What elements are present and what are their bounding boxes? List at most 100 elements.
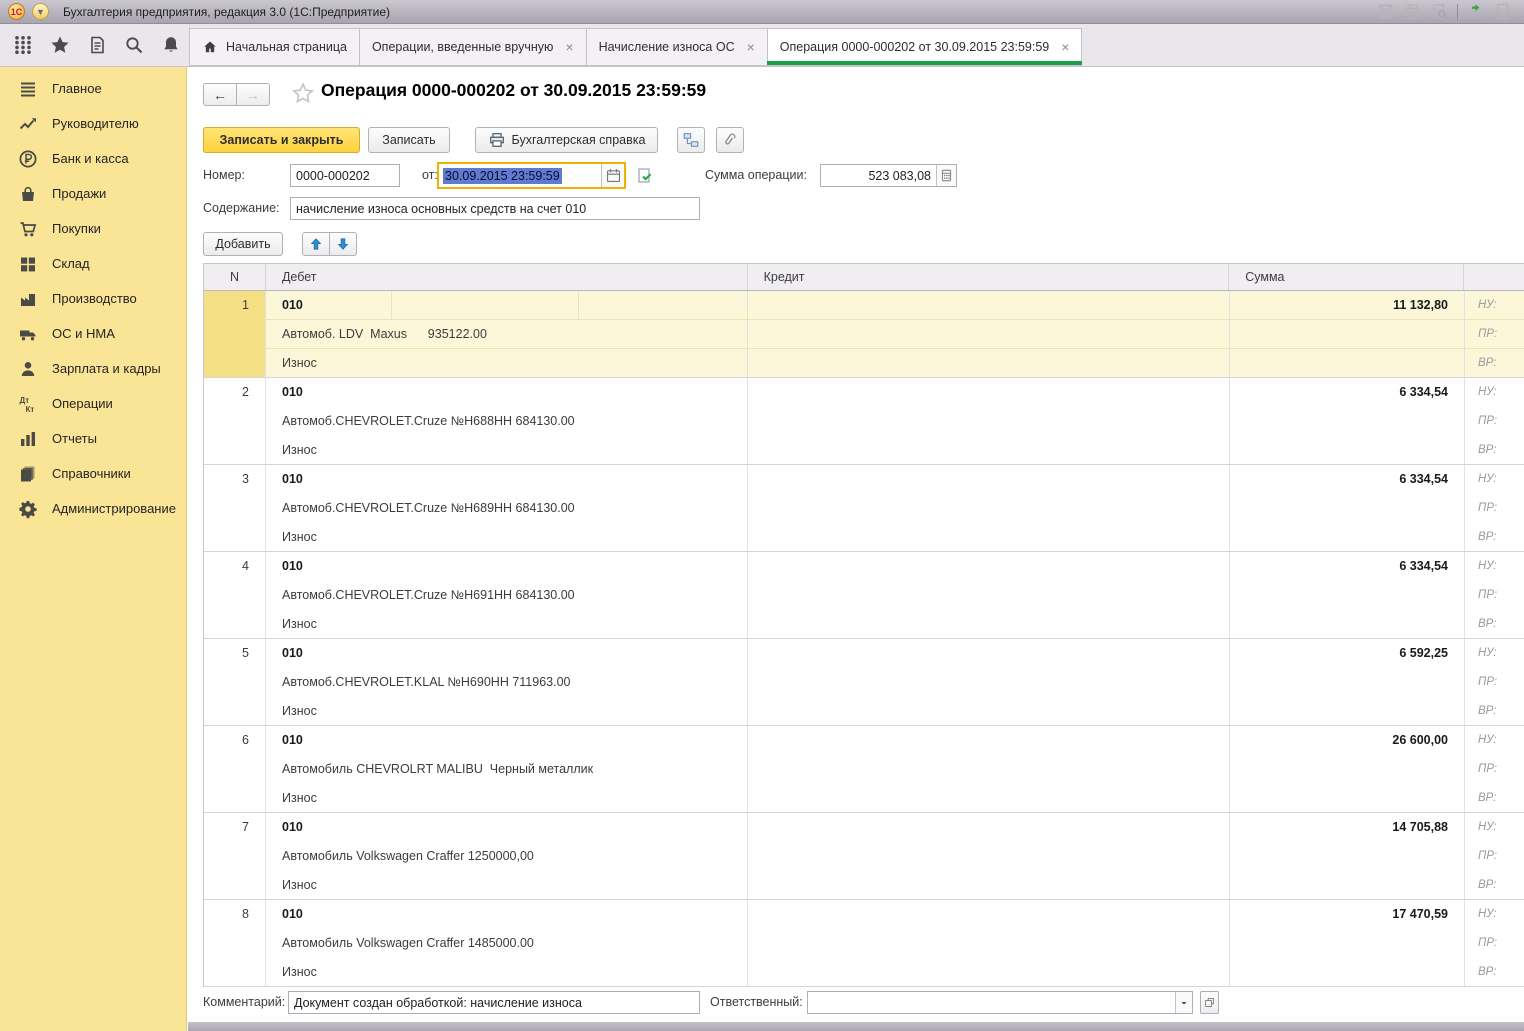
date-field[interactable]: 30.09.2015 23:59:59 xyxy=(437,162,626,189)
credit-cell[interactable] xyxy=(748,639,1230,725)
responsible-dropdown-button[interactable] xyxy=(1175,992,1192,1013)
debit-cell[interactable]: 010Автомоб. LDV Maxus 935122.00Износ xyxy=(266,291,748,377)
sidebar-item-menu[interactable]: Главное xyxy=(0,71,186,106)
sum-cell[interactable]: 17 470,59 xyxy=(1230,900,1465,986)
debit-cell[interactable]: 010Автомобиль Volkswagen Craffer 1485000… xyxy=(266,900,748,986)
tax-label: ПР: xyxy=(1478,581,1524,610)
save-button[interactable]: Записать xyxy=(368,127,450,153)
row-number-cell[interactable]: 2 xyxy=(204,378,266,464)
credit-cell[interactable] xyxy=(748,552,1230,638)
related-documents-button[interactable] xyxy=(677,127,705,153)
sidebar-item-ruble[interactable]: Банк и касса xyxy=(0,141,186,176)
sidebar-item-bag[interactable]: Продажи xyxy=(0,176,186,211)
sum-cell[interactable]: 14 705,88 xyxy=(1230,813,1465,899)
row-number-cell[interactable]: 6 xyxy=(204,726,266,812)
attachments-button[interactable] xyxy=(716,127,744,153)
sidebar-item-factory[interactable]: Производство xyxy=(0,281,186,316)
row-number-cell[interactable]: 8 xyxy=(204,900,266,986)
sum-cell[interactable]: 11 132,80 xyxy=(1230,291,1465,377)
write-check-icon[interactable] xyxy=(635,166,655,186)
star-icon[interactable] xyxy=(50,35,70,55)
forward-button[interactable]: → xyxy=(236,83,270,106)
sum-cell[interactable]: 26 600,00 xyxy=(1230,726,1465,812)
sidebar-item-person[interactable]: Зарплата и кадры xyxy=(0,351,186,386)
credit-cell[interactable] xyxy=(748,465,1230,551)
accounting-reference-button[interactable]: Бухгалтерская справка xyxy=(475,127,658,153)
apps-icon[interactable] xyxy=(13,35,33,55)
responsible-field[interactable] xyxy=(807,991,1193,1014)
save-icon[interactable] xyxy=(1376,2,1395,21)
credit-cell[interactable] xyxy=(748,726,1230,812)
responsible-open-button[interactable] xyxy=(1200,991,1219,1014)
tab-close-icon[interactable]: × xyxy=(747,40,755,54)
row-number-cell[interactable]: 5 xyxy=(204,639,266,725)
tab-close-icon[interactable]: × xyxy=(1061,40,1069,54)
operation-sum-field[interactable] xyxy=(820,164,957,187)
link-go-icon[interactable] xyxy=(1466,2,1485,21)
responsible-input[interactable] xyxy=(808,992,1175,1013)
sum-cell[interactable]: 6 334,54 xyxy=(1230,552,1465,638)
tab-home[interactable]: Начальная страница xyxy=(189,28,360,66)
main-menu-button[interactable]: ▼ xyxy=(32,3,49,20)
debit-cell[interactable]: 010Автомобиль Volkswagen Craffer 1250000… xyxy=(266,813,748,899)
tab-close-icon[interactable]: × xyxy=(565,40,573,54)
header-debit[interactable]: Дебет xyxy=(266,264,748,290)
sidebar-item-warehouse[interactable]: Склад xyxy=(0,246,186,281)
row-number-cell[interactable]: 4 xyxy=(204,552,266,638)
table-row[interactable]: 3010Автомоб.CHEVROLET.Cruze №Н689НН 6841… xyxy=(204,465,1524,552)
sidebar-item-dtkt[interactable]: ДтКтОперации xyxy=(0,386,186,421)
table-row[interactable]: 4010Автомоб.CHEVROLET.Cruze №Н691НН 6841… xyxy=(204,552,1524,639)
row-number-cell[interactable]: 1 xyxy=(204,291,266,377)
sidebar-item-books[interactable]: Справочники xyxy=(0,456,186,491)
operation-sum-input[interactable] xyxy=(821,165,936,186)
sidebar-item-chart[interactable]: Отчеты xyxy=(0,421,186,456)
table-row[interactable]: 1010Автомоб. LDV Maxus 935122.00Износ 11 … xyxy=(204,291,1524,378)
debit-cell[interactable]: 010Автомобиль CHEVROLRT MALIBU Черный ме… xyxy=(266,726,748,812)
sidebar-item-gear[interactable]: Администрирование xyxy=(0,491,186,526)
favorite-star-icon[interactable] xyxy=(292,82,314,104)
preview-icon[interactable] xyxy=(1430,2,1449,21)
history-icon[interactable] xyxy=(87,35,107,55)
sum-cell[interactable]: 6 334,54 xyxy=(1230,378,1465,464)
notifications-icon[interactable] xyxy=(161,35,181,55)
table-row[interactable]: 6010Автомобиль CHEVROLRT MALIBU Черный м… xyxy=(204,726,1524,813)
header-n[interactable]: N xyxy=(204,264,266,290)
print-icon[interactable] xyxy=(1403,2,1422,21)
move-down-button[interactable] xyxy=(329,232,357,256)
calendar-button[interactable] xyxy=(601,164,624,187)
search-icon[interactable] xyxy=(124,35,144,55)
row-number-cell[interactable]: 7 xyxy=(204,813,266,899)
tab-operation-document[interactable]: Операция 0000-000202 от 30.09.2015 23:59… xyxy=(767,28,1083,66)
debit-cell[interactable]: 010Автомоб.CHEVROLET.Cruze №Н691НН 68413… xyxy=(266,552,748,638)
table-row[interactable]: 2010Автомоб.CHEVROLET.Cruze №Н688НН 6841… xyxy=(204,378,1524,465)
sidebar-item-truck[interactable]: ОС и НМА xyxy=(0,316,186,351)
comment-input[interactable] xyxy=(288,991,700,1014)
table-row[interactable]: 7010Автомобиль Volkswagen Craffer 125000… xyxy=(204,813,1524,900)
back-button[interactable]: ← xyxy=(203,83,237,106)
link-get-icon[interactable] xyxy=(1493,2,1512,21)
debit-cell[interactable]: 010Автомоб.CHEVROLET.Cruze №Н688НН 68413… xyxy=(266,378,748,464)
save-and-close-button[interactable]: Записать и закрыть xyxy=(203,127,360,153)
move-up-button[interactable] xyxy=(302,232,330,256)
header-sum[interactable]: Сумма xyxy=(1229,264,1464,290)
credit-cell[interactable] xyxy=(748,900,1230,986)
debit-cell[interactable]: 010Автомоб.CHEVROLET.KLAL №Н690НН 711963… xyxy=(266,639,748,725)
sidebar-item-cart[interactable]: Покупки xyxy=(0,211,186,246)
sum-cell[interactable]: 6 592,25 xyxy=(1230,639,1465,725)
credit-cell[interactable] xyxy=(748,378,1230,464)
credit-cell[interactable] xyxy=(748,291,1230,377)
credit-cell[interactable] xyxy=(748,813,1230,899)
sidebar-item-trend[interactable]: Руководителю xyxy=(0,106,186,141)
content-input[interactable] xyxy=(290,197,700,220)
number-input[interactable] xyxy=(290,164,400,187)
table-row[interactable]: 5010Автомоб.CHEVROLET.KLAL №Н690НН 71196… xyxy=(204,639,1524,726)
sum-cell[interactable]: 6 334,54 xyxy=(1230,465,1465,551)
tab-manual-operations[interactable]: Операции, введенные вручную× xyxy=(359,28,587,66)
table-row[interactable]: 8010Автомобиль Volkswagen Craffer 148500… xyxy=(204,900,1524,987)
row-number-cell[interactable]: 3 xyxy=(204,465,266,551)
debit-cell[interactable]: 010Автомоб.CHEVROLET.Cruze №Н689НН 68413… xyxy=(266,465,748,551)
calculator-button[interactable] xyxy=(936,165,956,186)
header-credit[interactable]: Кредит xyxy=(748,264,1230,290)
add-row-button[interactable]: Добавить xyxy=(203,232,283,256)
tab-depreciation[interactable]: Начисление износа ОС× xyxy=(586,28,768,66)
